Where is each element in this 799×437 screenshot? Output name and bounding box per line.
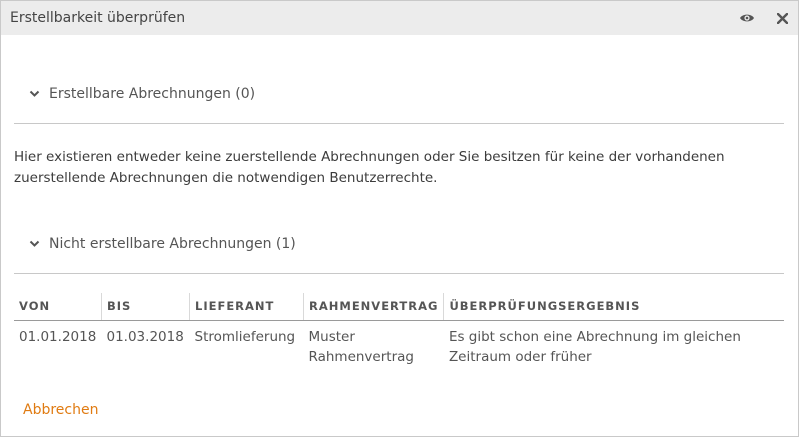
table-row: 01.01.2018 01.03.2018 Stromlieferung Mus…	[14, 321, 784, 374]
cell-bis: 01.03.2018	[106, 329, 184, 345]
chevron-down-icon	[29, 238, 41, 250]
cancel-button[interactable]: Abbrechen	[23, 402, 98, 418]
cell-ueberpruefungsergebnis: Es gibt schon eine Abrechnung im gleiche…	[448, 329, 741, 365]
section-creatable-label: Erstellbare Abrechnungen (0)	[49, 86, 256, 102]
section-not-creatable-label: Nicht erstellbare Abrechnungen (1)	[49, 236, 296, 252]
divider	[14, 123, 784, 124]
check-creatability-dialog: Erstellbarkeit überprüfen Erstellbare Ab…	[0, 0, 799, 437]
column-header-ueberpruefungsergebnis[interactable]: ÜBERPRÜFUNGSERGEBNIS	[443, 293, 784, 321]
eye-icon[interactable]	[738, 9, 756, 27]
section-creatable-toggle[interactable]: Erstellbare Abrechnungen (0)	[29, 86, 255, 102]
column-header-von[interactable]: VON	[14, 293, 102, 321]
close-icon[interactable]	[773, 9, 791, 27]
column-header-rahmenvertrag[interactable]: RAHMENVERTRAG	[302, 293, 444, 321]
divider	[14, 273, 784, 274]
chevron-down-icon	[29, 88, 41, 100]
table-header-row: VON BIS LIEFERANT RAHMENVERTRAG ÜBERPRÜF…	[14, 293, 784, 321]
section-not-creatable-toggle[interactable]: Nicht erstellbare Abrechnungen (1)	[29, 236, 296, 252]
column-header-bis[interactable]: BIS	[101, 293, 190, 321]
not-creatable-table: VON BIS LIEFERANT RAHMENVERTRAG ÜBERPRÜF…	[14, 293, 784, 373]
cell-rahmenvertrag: Muster Rahmenvertrag	[308, 329, 414, 365]
no-creatable-message: Hier existieren entweder keine zuerstell…	[14, 149, 725, 186]
dialog-titlebar: Erstellbarkeit überprüfen	[1, 1, 798, 35]
dialog-title: Erstellbarkeit überprüfen	[10, 10, 186, 26]
cell-lieferant: Stromlieferung	[194, 329, 296, 345]
column-header-lieferant[interactable]: LIEFERANT	[189, 293, 304, 321]
cell-von: 01.01.2018	[19, 329, 97, 345]
